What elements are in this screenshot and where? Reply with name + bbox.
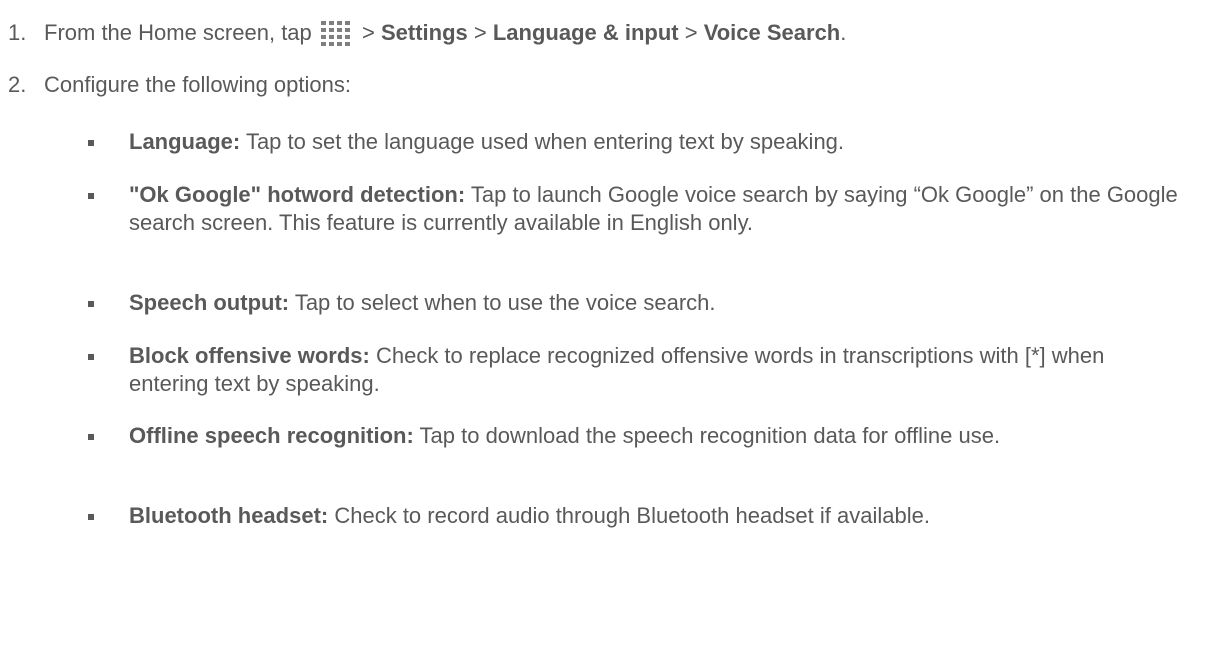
- option-text: Bluetooth headset: Check to record audio…: [129, 502, 1189, 530]
- step-number: 2.: [8, 72, 27, 97]
- apps-grid-icon: [320, 20, 354, 54]
- step-text: Configure the following options:: [44, 72, 351, 97]
- option-text: Speech output: Tap to select when to use…: [129, 289, 1189, 317]
- option-desc: Tap to download the speech recognition d…: [413, 423, 1001, 448]
- path-separator: >: [678, 20, 704, 45]
- option-text: "Ok Google" hotword detection: Tap to la…: [129, 181, 1189, 237]
- option-term: Language:: [129, 129, 241, 154]
- bullet-icon: [88, 193, 94, 199]
- option-term: Offline speech recognition:: [129, 423, 414, 448]
- bullet-icon: [88, 301, 94, 307]
- path-language-input: Language & input: [492, 20, 679, 45]
- option-term: Block offensive words:: [129, 343, 370, 368]
- step-lead: From the Home screen, tap: [44, 20, 318, 45]
- option-text: Offline speech recognition: Tap to downl…: [129, 422, 1189, 450]
- bullet-icon: [88, 514, 94, 520]
- step-number: 1.: [8, 20, 27, 45]
- bullet-icon: [88, 140, 94, 146]
- option-text: Language: Tap to set the language used w…: [129, 128, 1189, 156]
- path-separator: >: [355, 20, 381, 45]
- option-term: "Ok Google" hotword detection:: [129, 182, 466, 207]
- option-term: Bluetooth headset:: [129, 503, 329, 528]
- option-text: Block offensive words: Check to replace …: [129, 342, 1189, 398]
- bullet-icon: [88, 354, 94, 360]
- option-term: Speech output:: [129, 290, 290, 315]
- option-desc: Check to record audio through Bluetooth …: [328, 503, 930, 528]
- option-desc: Tap to select when to use the voice sear…: [289, 290, 716, 315]
- step-text: From the Home screen, tap > Settings > L…: [44, 18, 846, 54]
- step-end: .: [840, 20, 847, 45]
- path-separator: >: [467, 20, 493, 45]
- option-desc: Tap to set the language used when enteri…: [240, 129, 845, 154]
- path-settings: Settings: [380, 20, 468, 45]
- bullet-icon: [88, 434, 94, 440]
- path-voice-search: Voice Search: [703, 20, 841, 45]
